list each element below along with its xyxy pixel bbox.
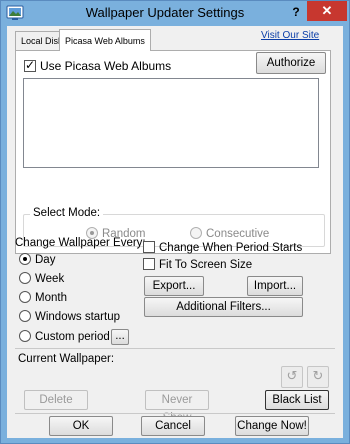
- change-every-label: Change Wallpaper Every:: [15, 237, 146, 249]
- visit-our-site-link[interactable]: Visit Our Site: [261, 30, 319, 41]
- select-mode-label: Select Mode:: [30, 207, 104, 219]
- fit-to-screen-label: Fit To Screen Size: [159, 259, 253, 271]
- picasa-tab-panel: Use Picasa Web Albums Authorize Select M…: [15, 50, 331, 254]
- mode-consecutive-radio[interactable]: Consecutive: [190, 227, 269, 240]
- import-button[interactable]: Import...: [247, 276, 303, 296]
- use-picasa-checkbox[interactable]: Use Picasa Web Albums: [24, 58, 172, 73]
- title-bar[interactable]: Wallpaper Updater Settings ? ✕: [1, 1, 349, 25]
- mode-consecutive-label: Consecutive: [206, 228, 270, 240]
- section-divider: [15, 348, 335, 349]
- close-button[interactable]: ✕: [307, 1, 347, 21]
- period-day-label: Day: [35, 254, 56, 266]
- period-custom-radio[interactable]: Custom period: [19, 330, 110, 343]
- period-day-radio[interactable]: Day: [19, 253, 55, 266]
- export-button[interactable]: Export...: [144, 276, 204, 296]
- period-windows-startup-label: Windows startup: [35, 311, 121, 323]
- tab-picasa-web-albums[interactable]: Picasa Web Albums: [59, 29, 151, 51]
- fit-to-screen-checkbox[interactable]: Fit To Screen Size: [143, 258, 252, 271]
- delete-button[interactable]: Delete: [24, 390, 88, 410]
- black-list-button[interactable]: Black List: [265, 390, 329, 410]
- period-week-label: Week: [35, 273, 65, 285]
- custom-period-browse-button[interactable]: ...: [111, 329, 129, 345]
- change-when-period-starts-checkbox[interactable]: Change When Period Starts: [143, 241, 302, 254]
- change-now-button[interactable]: Change Now!: [235, 416, 309, 436]
- authorize-button[interactable]: Authorize: [256, 52, 326, 74]
- help-button[interactable]: ?: [286, 3, 306, 21]
- period-windows-startup-radio[interactable]: Windows startup: [19, 310, 120, 323]
- settings-window: Wallpaper Updater Settings ? ✕ Local Dis…: [0, 0, 350, 444]
- window-title: Wallpaper Updater Settings: [85, 5, 245, 20]
- app-icon: [6, 5, 24, 20]
- dialog-body: Local Disk Picasa Web Albums Visit Our S…: [7, 26, 343, 438]
- period-custom-label: Custom period: [35, 331, 110, 343]
- current-wallpaper-label: Current Wallpaper:: [18, 353, 115, 365]
- cancel-button[interactable]: Cancel: [141, 416, 205, 436]
- ok-button[interactable]: OK: [49, 416, 113, 436]
- period-month-radio[interactable]: Month: [19, 291, 67, 304]
- never-show-button[interactable]: Never Show: [145, 390, 209, 424]
- period-month-label: Month: [35, 292, 67, 304]
- use-picasa-label: Use Picasa Web Albums: [40, 59, 172, 73]
- rotate-left-icon[interactable]: ↺: [281, 366, 303, 388]
- footer-divider: [15, 413, 335, 414]
- albums-list[interactable]: [23, 78, 319, 168]
- use-picasa-check-mark: [24, 58, 36, 72]
- rotate-right-icon[interactable]: ↻: [307, 366, 329, 388]
- additional-filters-button[interactable]: Additional Filters...: [144, 297, 303, 317]
- change-when-period-starts-label: Change When Period Starts: [159, 242, 303, 254]
- period-week-radio[interactable]: Week: [19, 272, 64, 285]
